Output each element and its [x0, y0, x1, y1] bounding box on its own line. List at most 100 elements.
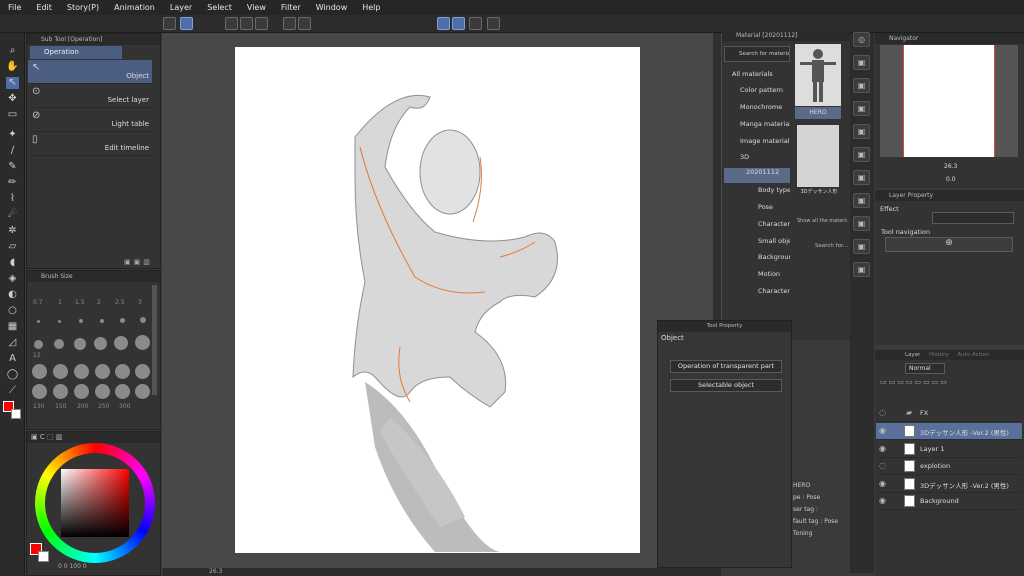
- figure-icon[interactable]: ○: [6, 305, 19, 317]
- brush-size-dot[interactable]: [114, 336, 128, 350]
- brush-size-dot[interactable]: [135, 335, 150, 350]
- tree-item[interactable]: Small objects: [724, 237, 790, 252]
- subtool-edit-timeline[interactable]: ▯ Edit timeline: [28, 132, 152, 156]
- navigator-zoom[interactable]: 26.3: [944, 163, 957, 170]
- brush-size-dot[interactable]: [54, 339, 64, 349]
- brush-size-dot[interactable]: [115, 364, 130, 379]
- menu-view[interactable]: View: [247, 3, 266, 12]
- tree-item[interactable]: All materials: [724, 70, 790, 85]
- subtool-light-table[interactable]: ⊘ Light table: [28, 108, 152, 132]
- move-icon[interactable]: ✥: [6, 93, 19, 105]
- layer-row-layer1[interactable]: ◉ Layer 1: [876, 441, 1022, 458]
- tree-item[interactable]: Character: [724, 287, 790, 302]
- navigator-toggle-icon[interactable]: ◎: [853, 32, 870, 47]
- layer-toolbar[interactable]: ▭▭▭▭▭▭▭▭: [880, 378, 1020, 388]
- brush-size-dot[interactable]: [100, 319, 104, 323]
- brush-size-dot[interactable]: [32, 364, 47, 379]
- text-icon[interactable]: A: [6, 353, 19, 365]
- panel-icon[interactable]: ▣: [853, 78, 870, 93]
- visibility-icon[interactable]: ◌: [879, 461, 886, 470]
- visibility-icon[interactable]: ◉: [879, 479, 886, 488]
- transparent-part-dropdown[interactable]: Operation of transparent part: [670, 360, 782, 373]
- visibility-icon[interactable]: ◉: [879, 444, 886, 453]
- menu-help[interactable]: Help: [362, 3, 380, 12]
- tree-item[interactable]: Manga material: [724, 120, 790, 135]
- menu-story[interactable]: Story(P): [67, 3, 99, 12]
- selection-icon[interactable]: ▭: [6, 109, 19, 121]
- tool-navigation-button[interactable]: ⊕: [885, 237, 1013, 252]
- tree-item-selected[interactable]: 20201112: [724, 168, 790, 183]
- canvas-zoom[interactable]: 26.3: [209, 568, 222, 575]
- pencil-icon[interactable]: ✏: [6, 177, 19, 189]
- brush-size-dot[interactable]: [34, 340, 43, 349]
- color-wheel-tabs[interactable]: ▣ C ⬚ ▥: [27, 432, 160, 443]
- snap-special-ruler-icon[interactable]: [452, 17, 465, 30]
- airbrush-icon[interactable]: ☄: [6, 209, 19, 221]
- menu-layer[interactable]: Layer: [170, 3, 192, 12]
- open-file-icon[interactable]: [240, 17, 253, 30]
- new-file-icon[interactable]: [225, 17, 238, 30]
- eraser-icon[interactable]: ▱: [6, 241, 19, 253]
- blend-mode-select[interactable]: Normal: [905, 363, 945, 374]
- sub-color-swatch[interactable]: [11, 409, 21, 419]
- brush-size-dot[interactable]: [74, 338, 86, 350]
- saturation-value-square[interactable]: [61, 469, 129, 537]
- material-thumb-mannequin[interactable]: [797, 125, 839, 187]
- tree-item[interactable]: Character: [724, 220, 790, 235]
- gradient-icon[interactable]: ◐: [6, 289, 19, 301]
- navigator-rotate[interactable]: 0.0: [946, 176, 956, 183]
- brush-size-dot[interactable]: [58, 320, 61, 323]
- brush-size-dot[interactable]: [74, 364, 89, 379]
- sub-color-chip[interactable]: [38, 551, 49, 562]
- effect-buttons[interactable]: [932, 212, 1014, 224]
- brush-size-scrollbar[interactable]: [152, 285, 157, 395]
- show-all-materials[interactable]: Show all the materials: [797, 218, 847, 224]
- tree-item[interactable]: Color pattern: [724, 86, 790, 101]
- panel-icon[interactable]: ▣: [853, 55, 870, 70]
- panel-icon[interactable]: ▣: [853, 239, 870, 254]
- balloon-icon[interactable]: ◯: [6, 369, 19, 381]
- panel-icon[interactable]: ▣: [853, 262, 870, 277]
- brush-size-dot[interactable]: [140, 317, 146, 323]
- tab-auto-action[interactable]: Auto Action: [957, 352, 989, 358]
- menu-icon[interactable]: [163, 17, 176, 30]
- redo-icon[interactable]: [298, 17, 311, 30]
- layer-row-3d-selected[interactable]: ◉ 3Dデッサン人形 -Ver.2 (男性): [876, 423, 1022, 440]
- blend-icon[interactable]: ◖: [6, 257, 19, 269]
- tree-item[interactable]: Background: [724, 253, 790, 268]
- panel-icon[interactable]: ▣: [853, 124, 870, 139]
- tab-history[interactable]: History: [929, 352, 949, 358]
- brush-size-dot[interactable]: [74, 384, 89, 399]
- fill-icon[interactable]: ◈: [6, 273, 19, 285]
- panel-icon[interactable]: ▣: [853, 147, 870, 162]
- menu-file[interactable]: File: [8, 3, 21, 12]
- navigator-preview[interactable]: [903, 45, 995, 157]
- layer-row-fx[interactable]: ◌ FX ▰: [876, 405, 1022, 422]
- correct-line-icon[interactable]: ⟋: [6, 385, 19, 397]
- pen-icon[interactable]: ✎: [6, 161, 19, 173]
- selectable-object-dropdown[interactable]: Selectable object: [670, 379, 782, 392]
- panel-icon[interactable]: ▣: [853, 216, 870, 231]
- brush-size-dot[interactable]: [32, 384, 47, 399]
- decoration-icon[interactable]: ✲: [6, 225, 19, 237]
- canvas-paper[interactable]: [235, 47, 640, 553]
- brush-size-dot[interactable]: [37, 320, 40, 323]
- subtool-footer-icons[interactable]: ▣▣▥: [124, 258, 153, 266]
- zoom-icon[interactable]: ⌕: [6, 45, 19, 57]
- operation-tool-icon[interactable]: ↖: [6, 77, 19, 89]
- menu-edit[interactable]: Edit: [36, 3, 52, 12]
- tab-operation[interactable]: Operation: [30, 46, 122, 59]
- brush-size-dot[interactable]: [135, 364, 150, 379]
- menu-animation[interactable]: Animation: [114, 3, 155, 12]
- brush-size-dot[interactable]: [53, 364, 68, 379]
- brush-icon[interactable]: ⌇: [6, 193, 19, 205]
- menu-select[interactable]: Select: [207, 3, 232, 12]
- undo-icon[interactable]: [283, 17, 296, 30]
- tree-item[interactable]: Monochrome: [724, 103, 790, 118]
- tree-item[interactable]: Image material: [724, 137, 790, 152]
- material-search-field[interactable]: Search for materials: [724, 46, 790, 62]
- subtool-select-layer[interactable]: ⊙ Select layer: [28, 84, 152, 108]
- menu-window[interactable]: Window: [316, 3, 348, 12]
- save-icon[interactable]: [255, 17, 268, 30]
- hand-icon[interactable]: ✋: [6, 61, 19, 73]
